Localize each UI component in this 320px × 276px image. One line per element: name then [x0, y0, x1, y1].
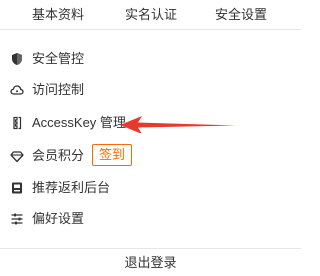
menu-item-label: 偏好设置	[32, 211, 85, 226]
menu-item-label: 安全管控	[32, 51, 85, 66]
menu-item-access-control[interactable]: 访问控制	[0, 75, 301, 105]
tab-security-settings[interactable]: 安全设置	[206, 4, 276, 26]
tab-basic-info[interactable]: 基本资料	[28, 4, 88, 26]
shield-icon	[10, 52, 24, 66]
rebate-icon	[10, 181, 24, 195]
menu-item-label: 推荐返利后台	[32, 180, 111, 195]
account-tabs: 基本资料 实名认证 安全设置	[0, 0, 301, 30]
sliders-icon	[10, 212, 24, 226]
menu-item-label: 会员积分	[32, 148, 85, 163]
annotation-arrow	[120, 116, 236, 133]
accesskey-icon	[10, 116, 24, 130]
account-dropdown-panel: 基本资料 实名认证 安全设置 安全管控 访问控制 AccessKey 管理 会员…	[0, 0, 301, 276]
cloud-icon	[10, 83, 24, 97]
account-footer: 退出登录	[0, 248, 301, 276]
diamond-icon	[10, 149, 24, 163]
menu-item-referral-rebate[interactable]: 推荐返利后台	[0, 173, 301, 203]
tab-real-name-auth[interactable]: 实名认证	[121, 4, 181, 26]
menu-item-security-control[interactable]: 安全管控	[0, 44, 301, 74]
check-in-button[interactable]: 签到	[92, 144, 132, 166]
logout-button[interactable]: 退出登录	[0, 249, 301, 276]
menu-item-member-points[interactable]: 会员积分 签到	[0, 141, 301, 171]
menu-item-label: AccessKey 管理	[32, 115, 126, 130]
menu-item-label: 访问控制	[32, 82, 85, 97]
menu-item-preferences[interactable]: 偏好设置	[0, 204, 301, 234]
